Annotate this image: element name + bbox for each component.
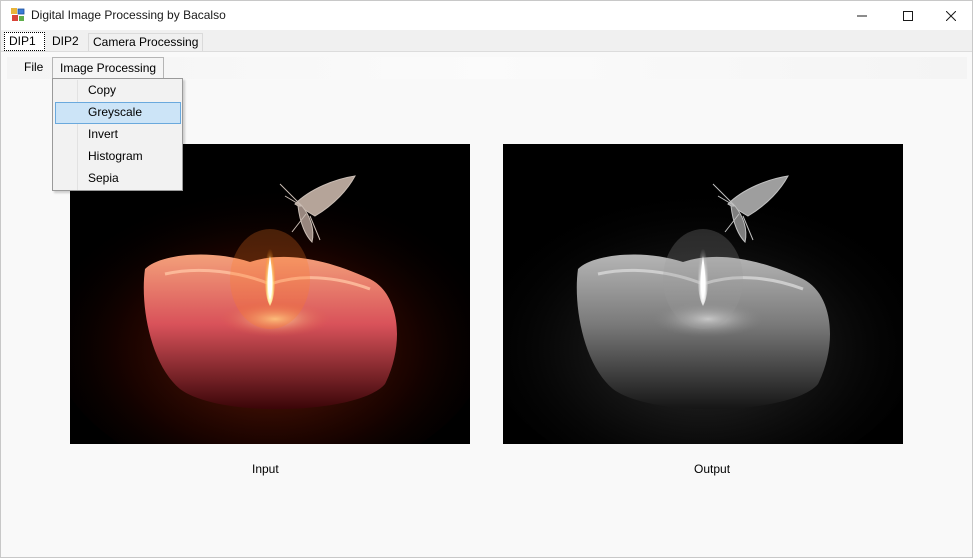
menu-file[interactable]: File [17, 57, 50, 79]
menu-item-invert[interactable]: Invert [55, 124, 181, 146]
output-picture [503, 144, 903, 444]
menu-item-histogram[interactable]: Histogram [55, 146, 181, 168]
tab-camera-processing[interactable]: Camera Processing [88, 33, 204, 51]
close-button[interactable] [928, 1, 973, 30]
close-icon [946, 10, 956, 21]
tab-dip1[interactable]: DIP1 [4, 32, 45, 51]
menu-item-copy[interactable]: Copy [55, 80, 181, 102]
minimize-icon [857, 15, 867, 16]
menu-item-sepia[interactable]: Sepia [55, 168, 181, 190]
app-icon [11, 8, 25, 21]
menu-item-greyscale[interactable]: Greyscale [55, 102, 181, 124]
maximize-icon [903, 10, 913, 21]
output-label: Output [694, 462, 731, 476]
maximize-button[interactable] [885, 1, 931, 30]
window-title: Digital Image Processing by Bacalso [31, 8, 226, 22]
main-window: Digital Image Processing by Bacalso DIP1… [0, 0, 973, 558]
minimize-button[interactable] [839, 1, 885, 30]
tab-dip2[interactable]: DIP2 [48, 33, 83, 51]
input-label: Input [252, 462, 279, 476]
candle-greyscale-image [503, 144, 903, 444]
title-bar[interactable]: Digital Image Processing by Bacalso [1, 1, 972, 30]
menu-bar: File Image Processing [7, 57, 967, 79]
menu-image-processing[interactable]: Image Processing [52, 57, 165, 79]
tab-strip: DIP1 DIP2 Camera Processing [1, 30, 972, 52]
image-processing-dropdown: Copy Greyscale Invert Histogram Sepia [52, 78, 183, 191]
